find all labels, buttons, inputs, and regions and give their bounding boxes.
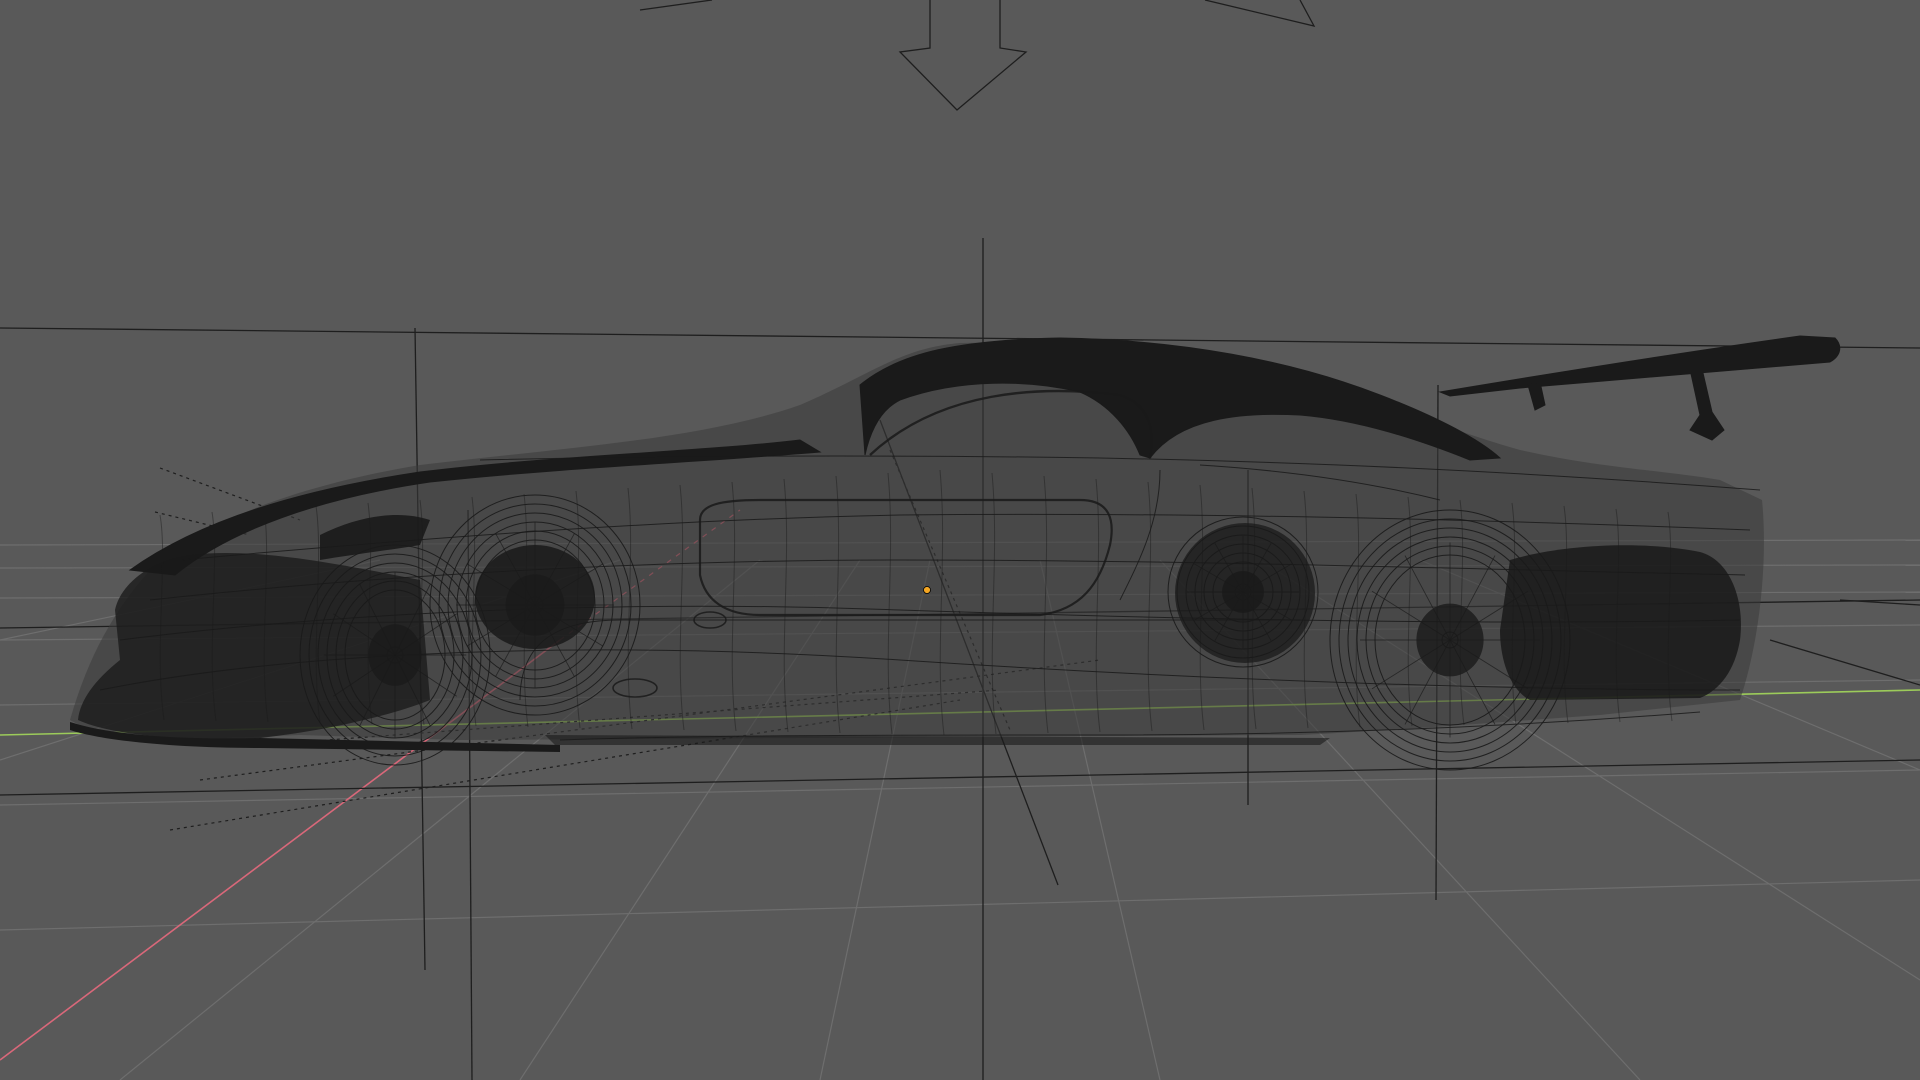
side-skirt xyxy=(545,735,1330,745)
viewport-canvas[interactable] xyxy=(0,0,1920,1080)
light-arrow-icon xyxy=(898,0,1028,111)
light-arrow-icon[interactable] xyxy=(639,0,1316,111)
object-origin-icon xyxy=(923,586,931,594)
grid-line xyxy=(0,879,1920,931)
car-rear-bumper xyxy=(1500,545,1741,700)
3d-viewport[interactable] xyxy=(0,0,1920,1080)
object-origin-icon[interactable] xyxy=(923,586,931,594)
reference-line xyxy=(0,759,1920,796)
reference-line xyxy=(1769,639,1920,686)
wheel-disc xyxy=(475,545,595,649)
light-arrow-icon xyxy=(1204,0,1316,27)
grid-line xyxy=(0,769,1920,806)
light-arrow-icon xyxy=(639,0,713,11)
wheel-disc xyxy=(1175,523,1315,663)
car-wireframe[interactable] xyxy=(70,335,1841,771)
